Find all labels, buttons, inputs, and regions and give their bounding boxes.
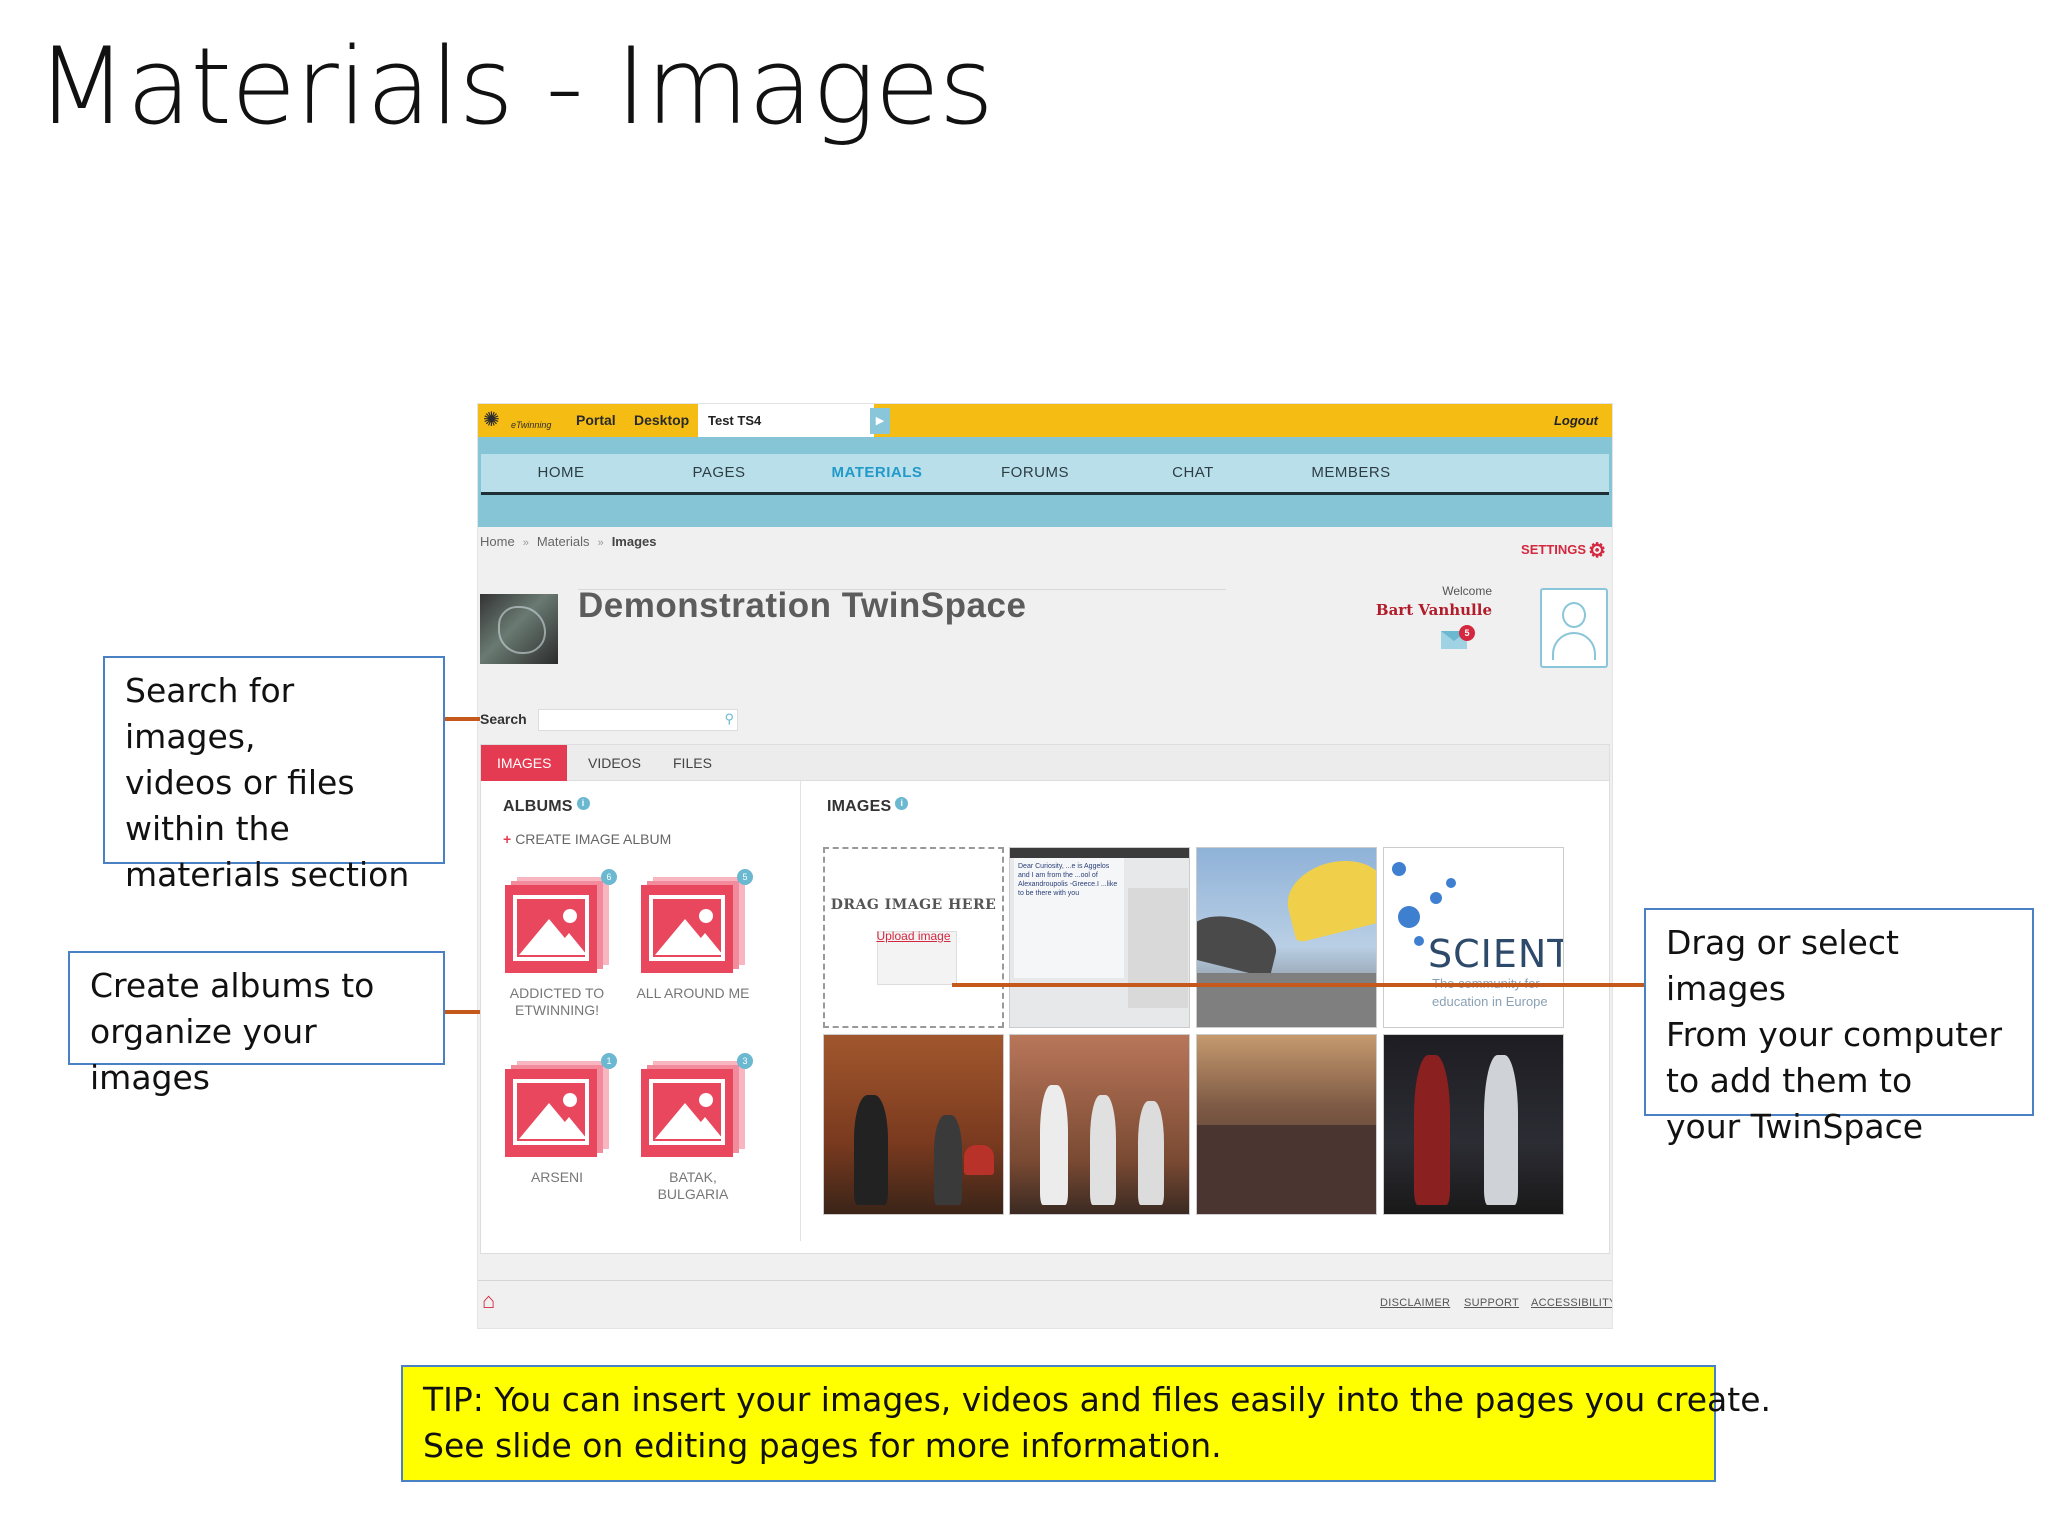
image-thumbnail[interactable]	[1196, 847, 1377, 1028]
album-image-icon: 3	[633, 1053, 753, 1161]
search-input[interactable]	[539, 710, 737, 730]
album-name: ARSENI	[530, 1169, 584, 1185]
avatar[interactable]	[1540, 588, 1608, 668]
search-connector	[444, 717, 480, 721]
nav-pages[interactable]: PAGES	[639, 464, 799, 481]
info-icon[interactable]: i	[895, 797, 909, 810]
albums-column: ALBUMS i + CREATE IMAGE ALBUM 6 ADDICTED T…	[481, 781, 801, 1241]
twinspace-thumbnail	[480, 594, 558, 664]
album-item[interactable]: 1 ARSENI	[497, 1053, 617, 1186]
user-name[interactable]: Bart Vanhulle	[1338, 601, 1492, 619]
album-count-badge: 1	[601, 1053, 617, 1069]
drag-connector	[952, 983, 1646, 987]
desktop-link[interactable]: Desktop	[634, 412, 689, 428]
etwinning-logo-icon: ✺	[483, 409, 500, 431]
settings-button[interactable]: SETTINGS ⚙	[1521, 538, 1606, 563]
search-label: Search	[480, 711, 527, 727]
create-album-button[interactable]: + CREATE IMAGE ALBUM	[503, 831, 671, 847]
album-item[interactable]: 5 ALL AROUND ME	[633, 869, 753, 1002]
images-column: IMAGES i DRAG IMAGE HERE Upload image Dea…	[803, 781, 1609, 1241]
album-name: ADDICTED TO ETWINNING!	[509, 985, 605, 1018]
home-icon[interactable]: ⌂	[482, 1288, 495, 1314]
album-name: BATAK, BULGARIA	[657, 1169, 729, 1202]
image-thumbnail[interactable]	[1196, 1034, 1377, 1215]
tip-box: TIP: You can insert your images, videos …	[401, 1365, 1771, 1482]
science-logo-text: SCIENT	[1428, 932, 1564, 976]
portal-link[interactable]: Portal	[576, 412, 616, 428]
breadcrumb-materials[interactable]: Materials	[537, 534, 590, 549]
tab-videos[interactable]: VIDEOS	[572, 745, 657, 781]
slide-title: Materials - Images	[36, 25, 994, 148]
image-thumbnail[interactable]	[1009, 1034, 1190, 1215]
nav-forums[interactable]: FORUMS	[955, 464, 1115, 481]
upload-image-link[interactable]: Upload image	[825, 929, 1002, 943]
user-icon	[1562, 602, 1586, 628]
album-item[interactable]: 6 ADDICTED TO ETWINNING!	[497, 869, 617, 1019]
album-image-icon: 1	[497, 1053, 617, 1161]
image-thumbnail[interactable]	[1383, 1034, 1564, 1215]
nav-members[interactable]: MEMBERS	[1271, 464, 1431, 481]
album-item[interactable]: 3 BATAK, BULGARIA	[633, 1053, 753, 1203]
info-icon[interactable]: i	[576, 797, 590, 810]
logo-text: eTwinning	[511, 420, 552, 430]
nav-home[interactable]: HOME	[481, 464, 641, 481]
twinspace-tab[interactable]: Test TS4	[698, 404, 874, 437]
albums-heading: ALBUMS i	[503, 797, 590, 816]
top-bar: ✺ eTwinning Portal Desktop Test TS4 ▶ Lo…	[478, 404, 1612, 437]
disclaimer-link[interactable]: DISCLAIMER	[1380, 1297, 1450, 1309]
nav-chat[interactable]: CHAT	[1113, 464, 1273, 481]
search-icon[interactable]: ⚲	[724, 711, 734, 727]
tab-arrow-icon[interactable]: ▶	[870, 408, 890, 434]
breadcrumb: Home» Materials» Images	[480, 534, 657, 549]
album-image-icon: 6	[497, 869, 617, 977]
album-count-badge: 3	[737, 1053, 753, 1069]
image-thumbnail[interactable]: SCIENT The community for education in Eu…	[1383, 847, 1564, 1028]
accessibility-link[interactable]: ACCESSIBILITY	[1531, 1297, 1612, 1309]
nav-materials[interactable]: MATERIALS	[797, 464, 957, 481]
twinspace-screenshot: ✺ eTwinning Portal Desktop Test TS4 ▶ Lo…	[477, 403, 1613, 1329]
gear-icon: ⚙	[1588, 540, 1606, 562]
album-count-badge: 5	[737, 869, 753, 885]
album-count-badge: 6	[601, 869, 617, 885]
search-box: ⚲	[538, 709, 738, 731]
main-nav: HOME PAGES MATERIALS FORUMS CHAT MEMBERS	[478, 437, 1612, 527]
drag-callout: Drag or select images From your computer…	[1644, 908, 2034, 1146]
search-callout: Search for images, videos or files withi…	[103, 656, 445, 894]
albums-callout: Create albums to organize your images	[68, 951, 445, 1097]
tab-files[interactable]: FILES	[657, 745, 728, 781]
logout-link[interactable]: Logout	[1554, 413, 1598, 428]
image-thumbnail[interactable]	[823, 1034, 1004, 1215]
support-link[interactable]: SUPPORT	[1464, 1297, 1519, 1309]
welcome-label: Welcome	[1442, 584, 1492, 598]
materials-tabs: IMAGES VIDEOS FILES	[481, 745, 1609, 781]
image-thumbnail[interactable]: Dear Curiosity, ...e is Aggelos and I am…	[1009, 847, 1190, 1028]
image-drop-zone[interactable]: DRAG IMAGE HERE Upload image	[823, 847, 1004, 1028]
materials-panel: IMAGES VIDEOS FILES ALBUMS i + CREATE IMAG…	[480, 744, 1610, 1254]
twinspace-title: Demonstration TwinSpace	[578, 586, 1027, 625]
etwinning-logo[interactable]: ✺ eTwinning	[481, 408, 561, 434]
tab-images[interactable]: IMAGES	[481, 745, 568, 781]
breadcrumb-current: Images	[611, 534, 657, 549]
plus-icon: +	[503, 831, 512, 847]
messages-button[interactable]: 5	[1441, 625, 1475, 649]
album-image-icon: 5	[633, 869, 753, 977]
drop-zone-label: DRAG IMAGE HERE	[830, 897, 997, 913]
message-count-badge: 5	[1459, 625, 1475, 641]
albums-connector	[444, 1010, 480, 1014]
letter-text: Dear Curiosity, ...e is Aggelos and I am…	[1014, 858, 1124, 978]
breadcrumb-home[interactable]: Home	[480, 534, 515, 549]
images-heading: IMAGES i	[827, 797, 909, 816]
album-name: ALL AROUND ME	[636, 985, 750, 1001]
